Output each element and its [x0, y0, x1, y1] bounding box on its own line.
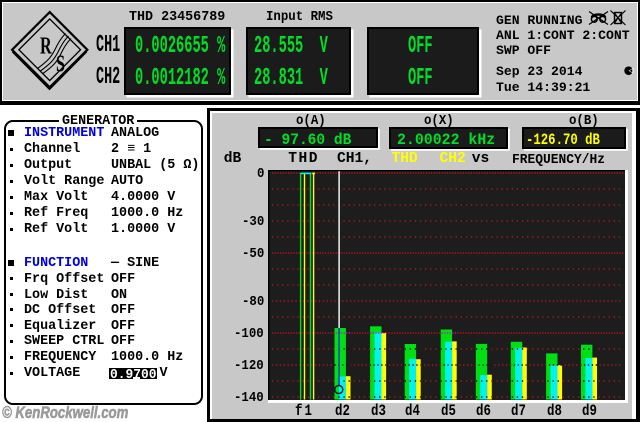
svg-text:R: R	[40, 33, 52, 59]
svg-text:S: S	[56, 52, 65, 78]
